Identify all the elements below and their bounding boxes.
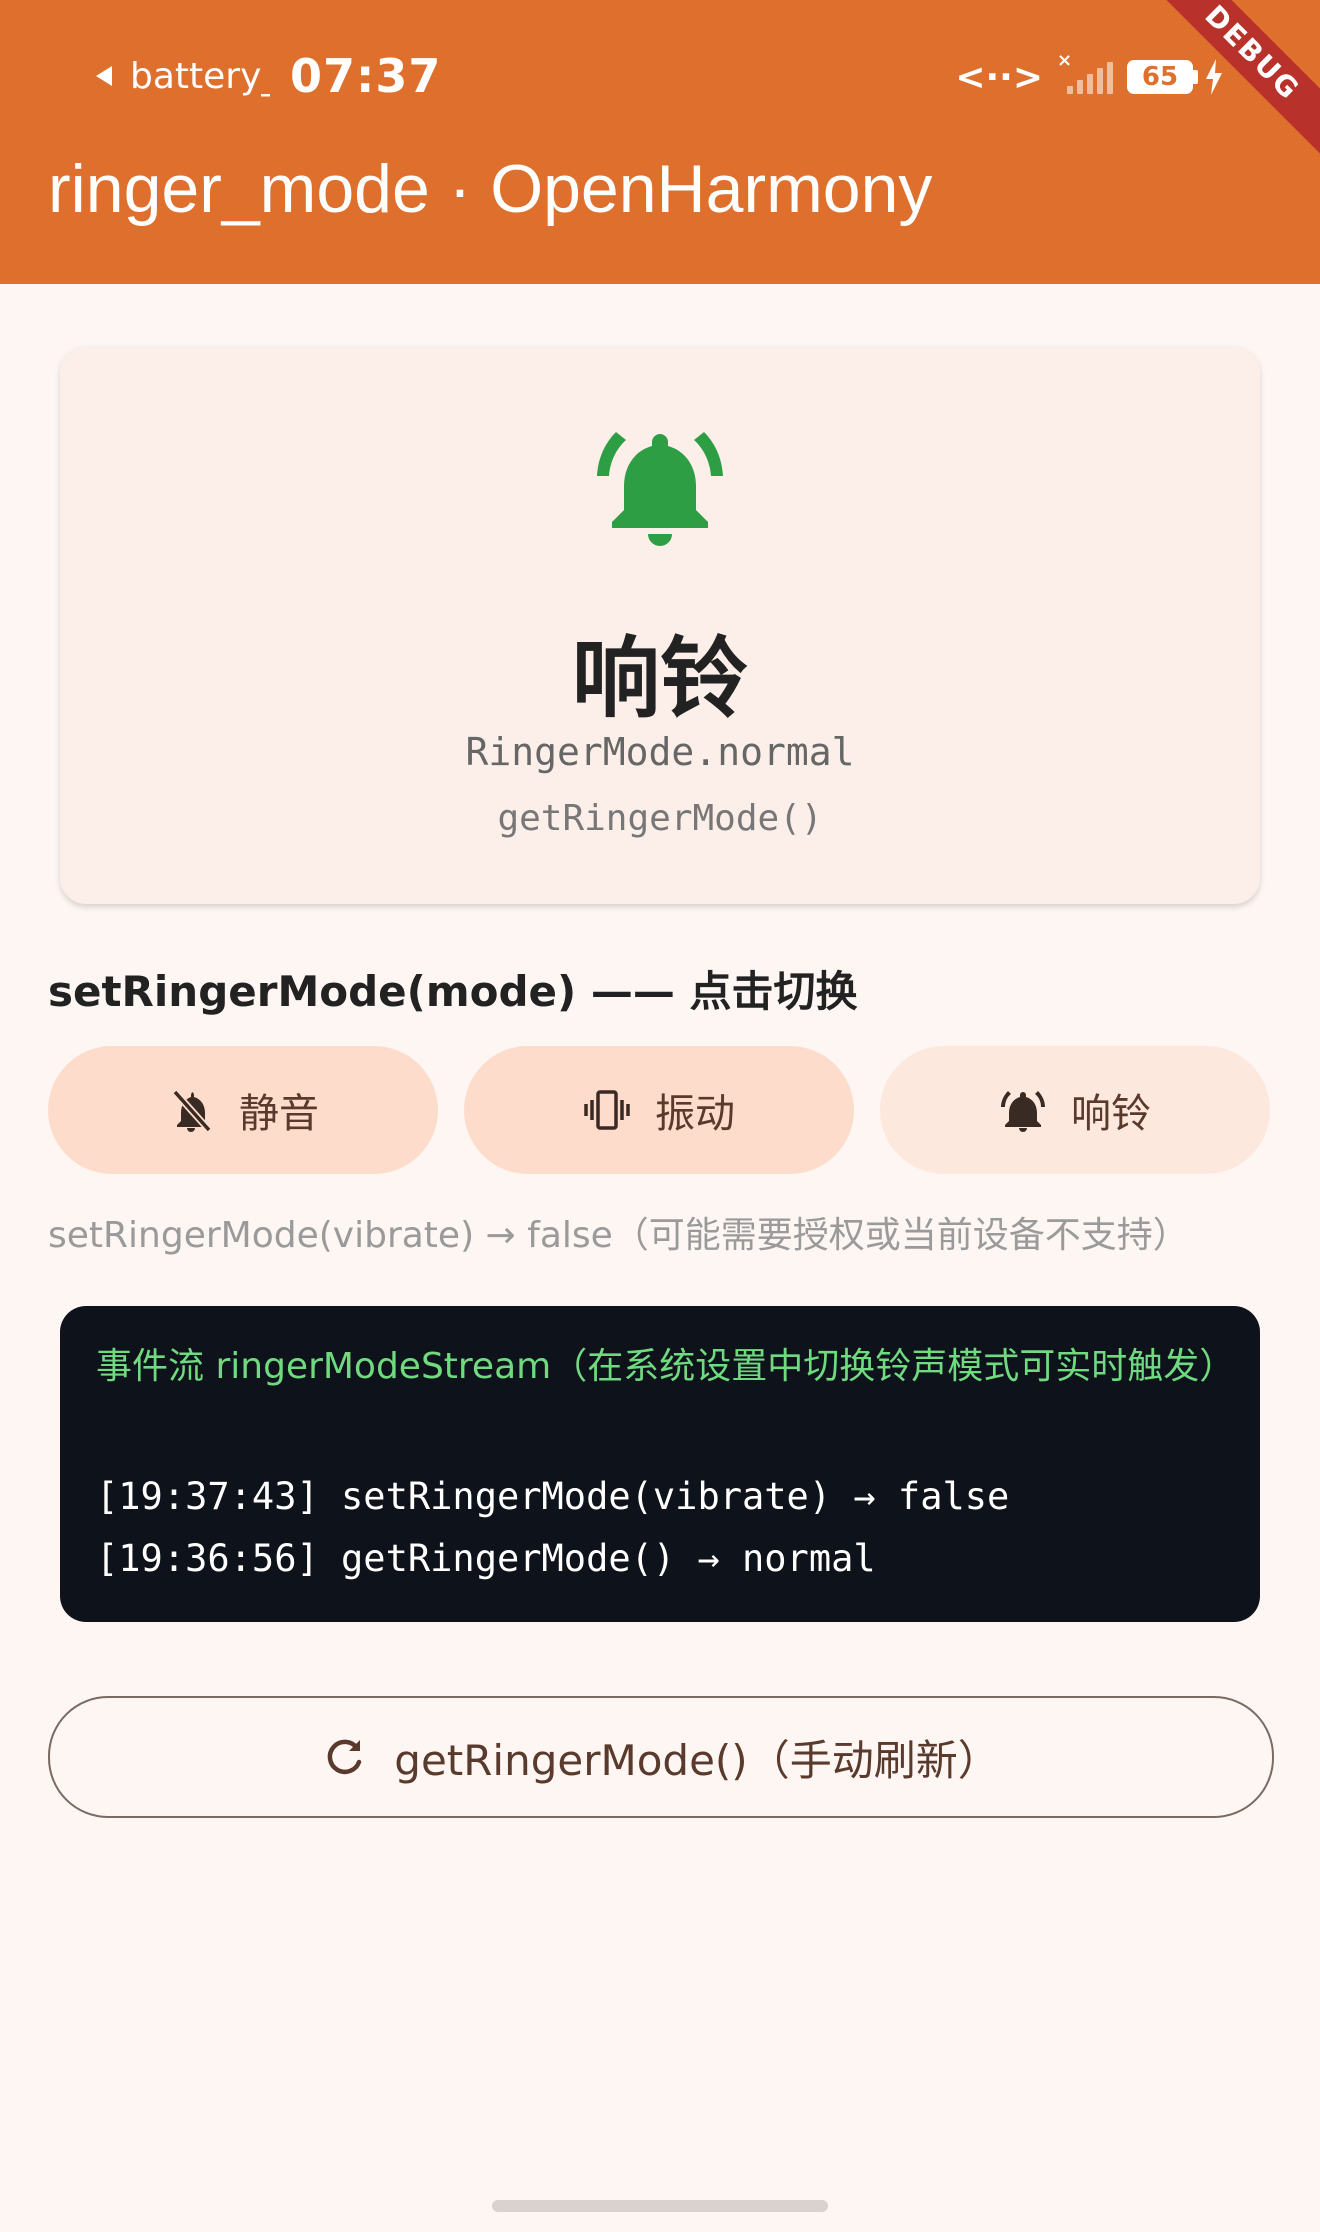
event-log-entries: [19:37:43] setRingerMode(vibrate) → fals… [96, 1466, 1009, 1590]
set-mode-result: setRingerMode(vibrate) → false（可能需要授权或当前… [48, 1215, 1189, 1256]
event-log-entry: [19:37:43] setRingerMode(vibrate) → fals… [96, 1475, 1010, 1518]
current-mode-title: 响铃 [571, 627, 748, 730]
signal-icon: × [1057, 50, 1113, 94]
bell-off-icon [172, 1089, 212, 1133]
battery-icon: 65 [1127, 59, 1224, 95]
vibrate-mode-label: 振动 [655, 1091, 735, 1137]
bell-ringing-icon [1001, 1091, 1045, 1132]
event-log-entry: [19:36:56] getRingerMode() → normal [96, 1537, 876, 1580]
network-icon: <··> [955, 56, 1043, 98]
vibrate-icon [584, 1090, 630, 1130]
mode-button-group: 静音 振动 响铃 [48, 1046, 1272, 1174]
silent-mode-button[interactable]: 静音 [48, 1046, 438, 1174]
app-bar: battery_ 07:37 <··> × 65 DEBUG ringer_mo… [0, 0, 1320, 284]
set-mode-heading: setRingerMode(mode) —— 点击切换 [48, 967, 858, 1016]
refresh-button-label: getRingerMode()（手动刷新） [394, 1735, 1000, 1785]
home-indicator[interactable] [492, 2200, 828, 2212]
event-log-panel: 事件流 ringerModeStream（在系统设置中切换铃声模式可实时触发） … [60, 1306, 1260, 1622]
silent-mode-label: 静音 [239, 1091, 319, 1137]
refresh-icon [327, 1739, 362, 1775]
ring-mode-label: 响铃 [1071, 1091, 1151, 1137]
vibrate-mode-button[interactable]: 振动 [464, 1046, 854, 1174]
page-title: ringer_mode · OpenHarmony [48, 151, 933, 227]
status-bar-left: battery_ 07:37 [96, 48, 441, 104]
ring-mode-button[interactable]: 响铃 [880, 1046, 1270, 1174]
current-mode-source: getRingerMode() [497, 798, 823, 839]
back-arrow-icon[interactable] [96, 66, 112, 86]
current-mode-card: 响铃 RingerMode.normal getRingerMode() [60, 346, 1260, 904]
status-app-name: battery_ [130, 55, 270, 97]
battery-level: 65 [1127, 60, 1193, 94]
current-mode-enum: RingerMode.normal [465, 730, 855, 774]
charging-icon [1206, 59, 1222, 95]
event-log-title: 事件流 ringerModeStream（在系统设置中切换铃声模式可实时触发） [96, 1346, 1236, 1387]
refresh-ringer-mode-button[interactable]: getRingerMode()（手动刷新） [48, 1696, 1274, 1818]
bell-ringing-icon [597, 432, 723, 546]
status-bar-right: <··> × 65 [955, 50, 1224, 102]
status-time: 07:37 [290, 49, 442, 103]
